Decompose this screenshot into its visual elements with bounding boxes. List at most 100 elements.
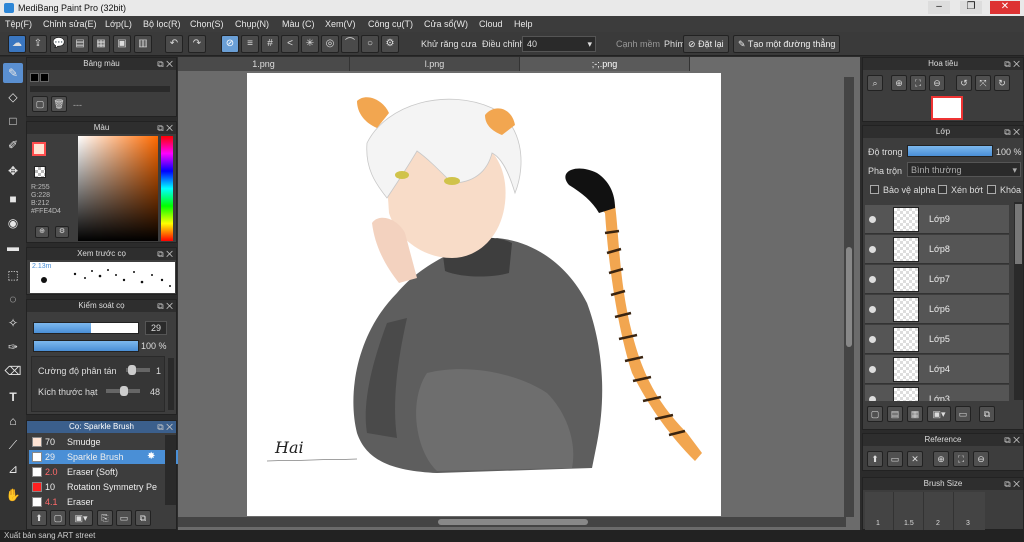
pen-tool-icon[interactable]: ✐ <box>3 135 23 155</box>
visibility-icon[interactable] <box>869 246 876 253</box>
brush-settings-icon[interactable]: ✸ <box>147 451 155 462</box>
adjust-select[interactable]: 40 ▾ <box>522 36 596 52</box>
zoom-out-icon[interactable]: ⊖ <box>929 75 945 91</box>
menu-edit[interactable]: Chỉnh sửa(E) <box>43 19 97 29</box>
copy-brush-icon[interactable]: ⎘ <box>97 510 113 526</box>
clipping-checkbox[interactable] <box>938 185 947 194</box>
layer-row[interactable]: Lớp3 <box>865 385 1009 401</box>
brush-list-item[interactable]: 10 Rotation Symmetry Pe <box>29 480 187 494</box>
brush-list-scrollbar[interactable] <box>165 435 176 505</box>
add-color-icon[interactable]: ▢ <box>32 96 48 112</box>
menu-file[interactable]: Tệp(F) <box>5 19 32 29</box>
document-icon[interactable]: ▤ <box>71 35 89 53</box>
visibility-icon[interactable] <box>869 336 876 343</box>
layer-row[interactable]: Lớp5 <box>865 325 1009 354</box>
particle-track[interactable] <box>106 386 140 396</box>
vanishing-snap-icon[interactable]: < <box>281 35 299 53</box>
layer-row[interactable]: Lớp7 <box>865 265 1009 294</box>
visibility-icon[interactable] <box>869 396 876 401</box>
saturation-value-picker[interactable] <box>78 136 158 241</box>
panel-close-icon[interactable]: ⧉ ✕ <box>1004 58 1020 70</box>
brush-list-item[interactable]: 70 Smudge <box>29 435 187 449</box>
navigator-thumbnail[interactable] <box>931 96 963 120</box>
reference-zoom-in-icon[interactable]: ⊕ <box>933 451 949 467</box>
horizontal-scrollbar[interactable] <box>178 517 846 527</box>
new-layer-icon[interactable]: ▢ <box>867 406 883 422</box>
hue-slider[interactable] <box>161 136 173 241</box>
tab-1-png[interactable]: 1.png <box>178 57 350 71</box>
lock-checkbox[interactable] <box>987 185 996 194</box>
comment-icon[interactable]: 💬 <box>50 35 68 53</box>
layer-folder-icon[interactable]: ▭ <box>955 406 971 422</box>
panel-close-icon[interactable]: ⧉ ✕ <box>157 300 173 312</box>
vertical-scroll-thumb[interactable] <box>846 247 852 347</box>
panel-close-icon[interactable]: ⧉ ✕ <box>1004 478 1020 490</box>
visibility-icon[interactable] <box>869 216 876 223</box>
eyedropper-icon[interactable]: ⊿ <box>3 459 23 479</box>
menu-cloud[interactable]: Cloud <box>479 19 503 29</box>
layer-row[interactable]: Lớp6 <box>865 295 1009 324</box>
close-button[interactable]: ✕ <box>990 1 1020 14</box>
layer-opacity-slider[interactable] <box>907 145 993 157</box>
share-icon[interactable]: ⇪ <box>29 35 47 53</box>
menu-layer[interactable]: Lớp(L) <box>105 19 132 29</box>
new-image-layer-icon[interactable]: ▦ <box>907 406 923 422</box>
fill-rect-tool-icon[interactable]: ■ <box>3 189 23 209</box>
brush-control-scrollbar[interactable] <box>168 358 174 410</box>
brush-opacity-slider[interactable] <box>33 340 139 352</box>
dropper-tool-icon[interactable]: ⟋ <box>3 435 23 455</box>
fit-icon[interactable]: ⛶ <box>910 75 926 91</box>
snap-settings-icon[interactable]: ⚙ <box>381 35 399 53</box>
particle-thumb[interactable] <box>120 386 128 396</box>
menu-color[interactable]: Màu (C) <box>282 19 315 29</box>
zoom-icon[interactable]: ⌕ <box>867 75 883 91</box>
undo-icon[interactable]: ↶ <box>165 35 183 53</box>
brush-list-item[interactable]: 2.0 Eraser (Soft) <box>29 465 187 479</box>
drawing-canvas[interactable]: Hai <box>247 73 721 516</box>
blend-select[interactable]: Bình thường ▾ <box>907 162 1021 177</box>
eraser-tool-icon[interactable]: ◇ <box>3 87 23 107</box>
move-tool-icon[interactable]: ✥ <box>3 161 23 181</box>
brush-size-cell[interactable]: 2 <box>925 492 954 530</box>
scatter-thumb[interactable] <box>128 365 136 375</box>
menu-capture[interactable]: Chụp(N) <box>235 19 269 29</box>
bucket-tool-icon[interactable]: ◉ <box>3 213 23 233</box>
minimize-button[interactable]: – <box>928 1 950 14</box>
cloud-icon[interactable]: ☁ <box>8 35 26 53</box>
layer-scrollbar[interactable] <box>1014 202 1023 400</box>
menu-tools[interactable]: Công cụ(T) <box>368 19 413 29</box>
brush-size-cell[interactable]: 1 <box>865 492 894 530</box>
layer-add-menu-icon[interactable]: ▣▾ <box>927 406 951 422</box>
gradient-tool-icon[interactable]: ▬ <box>3 237 23 257</box>
reference-zoom-out-icon[interactable]: ⊖ <box>973 451 989 467</box>
reference-open-icon[interactable]: ▭ <box>887 451 903 467</box>
pages-icon[interactable]: ▣ <box>113 35 131 53</box>
panel-close-icon[interactable]: ⧉ ✕ <box>1004 126 1020 138</box>
curve-snap-icon[interactable]: ⌒ <box>341 35 359 53</box>
select-eraser-icon[interactable]: ⌫ <box>3 361 23 381</box>
circle-snap-icon[interactable]: ◎ <box>321 35 339 53</box>
duplicate-brush-icon[interactable]: ⧉ <box>135 510 151 526</box>
panel-close-icon[interactable]: ⧉ ✕ <box>157 122 173 134</box>
parallel-snap-icon[interactable]: ≡ <box>241 35 259 53</box>
brush-list-item[interactable]: 29 Sparkle Brush <box>29 450 187 464</box>
new-brush-icon[interactable]: ▢ <box>50 510 66 526</box>
grid-icon[interactable]: ▥ <box>134 35 152 53</box>
hand-tool-icon[interactable]: ✋ <box>3 485 23 505</box>
brush-size-cell[interactable]: 1.5 <box>895 492 924 530</box>
panel-close-icon[interactable]: ⧉ ✕ <box>157 421 173 433</box>
visibility-icon[interactable] <box>869 366 876 373</box>
visibility-icon[interactable] <box>869 276 876 283</box>
menu-filter[interactable]: Bộ lọc(R) <box>143 19 181 29</box>
menu-window[interactable]: Cửa sổ(W) <box>424 19 468 29</box>
text-tool-icon[interactable]: T <box>3 387 23 407</box>
tab-active-png[interactable]: ;-;.png <box>520 57 690 71</box>
tab-l-png[interactable]: l.png <box>350 57 520 71</box>
rotate-left-icon[interactable]: ↺ <box>956 75 972 91</box>
magic-wand-icon[interactable]: ✧ <box>3 313 23 333</box>
brush-size-cell[interactable]: 3 <box>955 492 984 530</box>
brush-cloud-icon[interactable]: ⬆ <box>31 510 47 526</box>
brush-size-slider[interactable] <box>33 322 139 334</box>
reference-close-icon[interactable]: ✕ <box>907 451 923 467</box>
panel-close-icon[interactable]: ⧉ ✕ <box>157 248 173 260</box>
